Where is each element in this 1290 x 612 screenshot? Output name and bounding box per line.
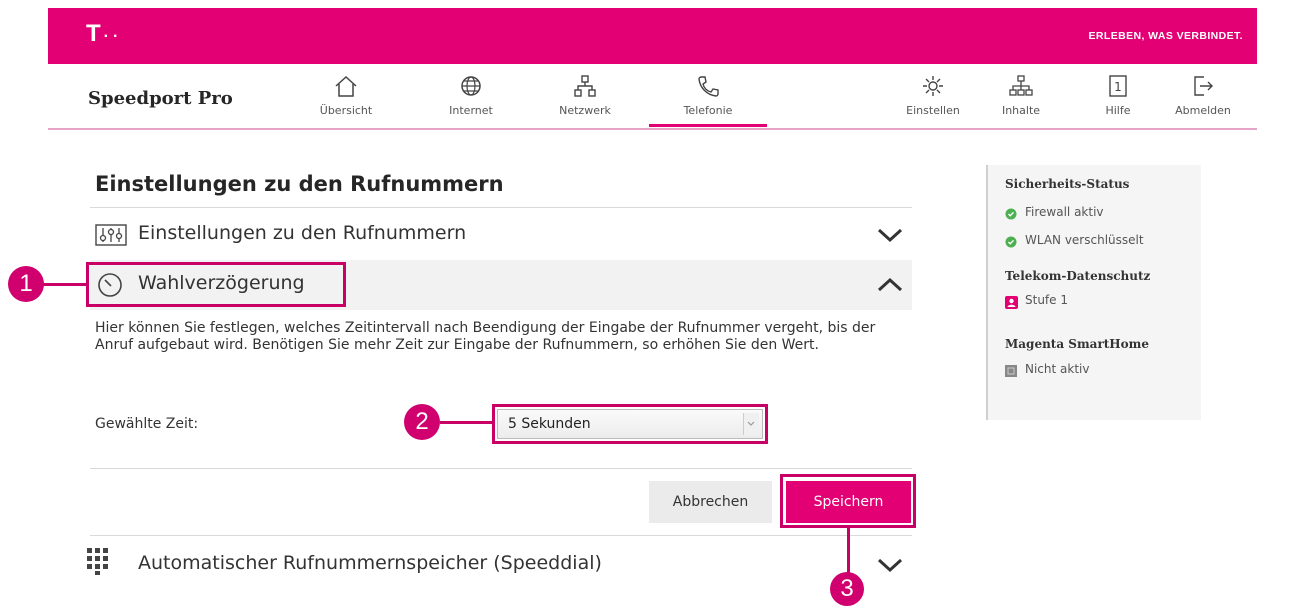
- chevron-down-icon[interactable]: [876, 556, 904, 574]
- svg-text:1: 1: [1114, 80, 1122, 94]
- nav-item-abmelden[interactable]: Abmelden: [1158, 74, 1248, 117]
- nav-item-inhalte[interactable]: Inhalte: [976, 74, 1066, 117]
- check-icon: [1005, 236, 1017, 248]
- chevron-down-icon[interactable]: [876, 226, 904, 244]
- nav-item-telefonie[interactable]: Telefonie: [663, 74, 753, 117]
- nav-label: Abmelden: [1175, 104, 1231, 117]
- check-icon: [1005, 208, 1017, 220]
- highlight-wahlverzoegerung: [86, 262, 346, 307]
- gear-icon: [923, 76, 943, 96]
- accordion-speeddial[interactable]: Automatischer Rufnummernspeicher (Speedd…: [87, 540, 912, 590]
- divider: [90, 535, 912, 536]
- accordion-title: Einstellungen zu den Rufnummern: [138, 222, 467, 244]
- highlight-save-button: [780, 474, 916, 528]
- home-icon: [335, 75, 357, 97]
- security-status-title: Sicherheits-Status: [1005, 177, 1130, 191]
- network-icon: [574, 75, 596, 97]
- privacy-level[interactable]: Stufe 1: [1005, 293, 1195, 309]
- sitemap-icon: [1009, 75, 1033, 96]
- nav-item-uebersicht[interactable]: Übersicht: [301, 74, 391, 117]
- accordion-title: Automatischer Rufnummernspeicher (Speedd…: [138, 552, 602, 574]
- cancel-button[interactable]: Abbrechen: [649, 481, 772, 523]
- logout-icon: [1194, 76, 1213, 96]
- callout-2: 2: [404, 404, 440, 440]
- firewall-status: Firewall aktiv: [1005, 205, 1195, 221]
- nav-item-netzwerk[interactable]: Netzwerk: [540, 74, 630, 117]
- callout-3: 3: [830, 572, 864, 606]
- nav-item-einstellen[interactable]: Einstellen: [888, 74, 978, 117]
- highlight-time-select: [492, 404, 768, 444]
- user-shield-icon: [1005, 296, 1018, 309]
- callout-line: [40, 283, 88, 286]
- accordion-rufnummern[interactable]: Einstellungen zu den Rufnummern: [90, 210, 912, 260]
- nav-item-hilfe[interactable]: 1 Hilfe: [1073, 74, 1163, 117]
- nav-item-internet[interactable]: Internet: [426, 74, 516, 117]
- divider: [90, 468, 912, 469]
- smarthome-title: Magenta SmartHome: [1005, 337, 1149, 351]
- keypad-icon: [87, 548, 108, 575]
- nav-label: Netzwerk: [559, 104, 611, 117]
- callout-line: [847, 528, 850, 574]
- nav-label: Übersicht: [319, 104, 373, 117]
- page-title: Einstellungen zu den Rufnummern: [95, 172, 504, 196]
- help-icon: 1: [1109, 75, 1127, 97]
- inactive-icon: [1005, 365, 1017, 377]
- chevron-up-icon[interactable]: [876, 276, 904, 294]
- privacy-title: Telekom-Datenschutz: [1005, 269, 1151, 283]
- brand-claim: ERLEBEN, WAS VERBINDET.: [1088, 30, 1243, 42]
- callout-line: [440, 421, 494, 424]
- globe-icon: [461, 76, 481, 96]
- phone-icon: [698, 76, 719, 97]
- app-title: Speedport Pro: [88, 88, 233, 109]
- telekom-logo[interactable]: T··: [86, 20, 122, 48]
- main-navigation: Speedport Pro Übersicht Internet Netzwer…: [48, 64, 1257, 130]
- nav-label: Internet: [449, 104, 493, 117]
- nav-label: Inhalte: [1001, 104, 1041, 117]
- top-brand-bar: T·· ERLEBEN, WAS VERBINDET.: [48, 8, 1257, 64]
- sliders-icon: [95, 224, 127, 246]
- wlan-status: WLAN verschlüsselt: [1005, 233, 1195, 249]
- active-tab-indicator: [649, 124, 767, 127]
- nav-label: Hilfe: [1105, 104, 1131, 117]
- smarthome-status: Nicht aktiv: [1005, 362, 1195, 378]
- nav-label: Einstellen: [906, 104, 960, 117]
- callout-1: 1: [8, 266, 44, 302]
- section-description: Hier können Sie festlegen, welches Zeiti…: [95, 320, 876, 353]
- field-label-time: Gewählte Zeit:: [95, 416, 199, 432]
- divider: [90, 207, 912, 208]
- status-sidebar: Sicherheits-Status Firewall aktiv WLAN v…: [986, 165, 1201, 420]
- nav-label: Telefonie: [683, 104, 733, 117]
